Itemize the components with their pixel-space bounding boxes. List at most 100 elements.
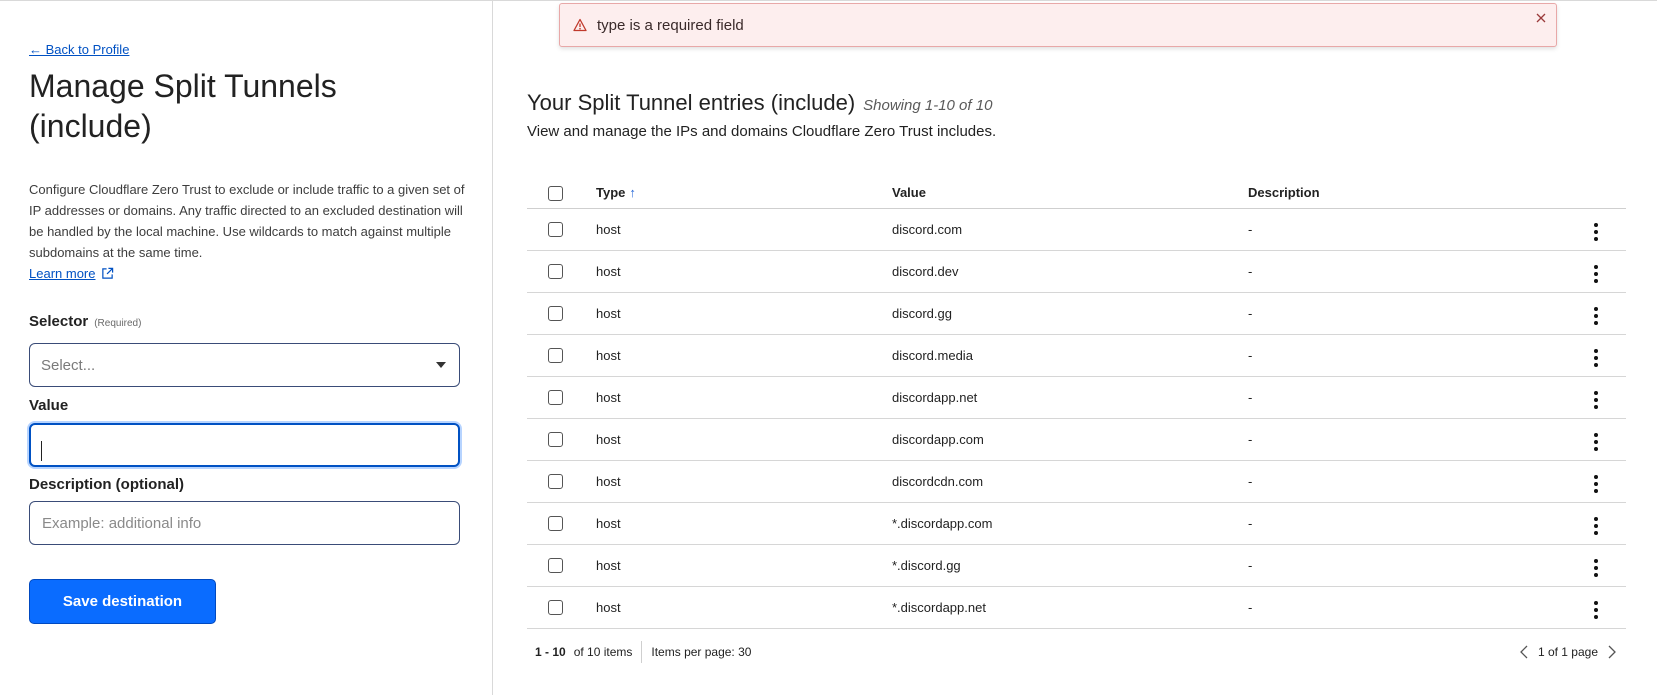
sort-ascending-icon: ↑ — [629, 185, 636, 201]
required-tag: (Required) — [94, 318, 142, 329]
kebab-menu-icon[interactable] — [1590, 473, 1602, 495]
intro-paragraph: Configure Cloudflare Zero Trust to exclu… — [29, 182, 465, 260]
column-header-actions — [1562, 178, 1626, 209]
table-row[interactable]: host *.discord.gg - — [527, 544, 1626, 587]
row-checkbox[interactable] — [548, 474, 563, 490]
row-type: host — [596, 418, 892, 461]
row-actions-cell — [1562, 334, 1626, 377]
select-all-cell — [527, 178, 596, 209]
kebab-menu-icon[interactable] — [1590, 221, 1602, 243]
column-header-description: Description — [1248, 178, 1562, 209]
selector-dropdown[interactable]: Select... — [29, 343, 460, 387]
intro-text: Configure Cloudflare Zero Trust to exclu… — [29, 179, 469, 284]
row-description: - — [1248, 376, 1562, 419]
back-to-profile-link[interactable]: ← Back to Profile — [29, 42, 129, 57]
column-header-type[interactable]: Type ↑ — [596, 178, 892, 209]
row-checkbox[interactable] — [548, 558, 563, 574]
row-type: host — [596, 586, 892, 629]
row-checkbox[interactable] — [548, 432, 563, 448]
row-type: host — [596, 292, 892, 335]
row-type: host — [596, 502, 892, 545]
entries-heading: Your Split Tunnel entries (include) Showi… — [527, 90, 992, 116]
entries-subtitle: View and manage the IPs and domains Clou… — [527, 123, 997, 140]
row-description: - — [1248, 502, 1562, 545]
left-panel: ← Back to Profile Manage Split Tunnels (… — [0, 0, 493, 695]
row-type: host — [596, 544, 892, 587]
row-checkbox[interactable] — [548, 348, 563, 364]
row-value: discord.gg — [892, 292, 1248, 335]
column-header-value: Value — [892, 178, 1248, 209]
row-checkbox-cell — [527, 460, 596, 503]
learn-more-link[interactable]: Learn more — [29, 263, 114, 284]
row-actions-cell — [1562, 292, 1626, 335]
error-toast: type is a required field — [559, 3, 1557, 47]
row-value: discord.media — [892, 334, 1248, 377]
page-info: 1 of 1 page — [1537, 645, 1598, 659]
row-checkbox-cell — [527, 418, 596, 461]
table-row[interactable]: host discordapp.net - — [527, 376, 1626, 419]
row-actions-cell — [1562, 208, 1626, 251]
row-checkbox-cell — [527, 250, 596, 293]
kebab-menu-icon[interactable] — [1590, 347, 1602, 369]
table-row[interactable]: host discordcdn.com - — [527, 460, 1626, 503]
column-type-label: Type — [596, 185, 626, 201]
row-value: discord.com — [892, 208, 1248, 251]
row-actions-cell — [1562, 376, 1626, 419]
kebab-menu-icon[interactable] — [1590, 263, 1602, 285]
table-row[interactable]: host *.discordapp.net - — [527, 586, 1626, 629]
description-input[interactable] — [29, 501, 460, 545]
row-type: host — [596, 460, 892, 503]
close-icon[interactable] — [1534, 11, 1548, 25]
select-all-checkbox[interactable] — [548, 185, 563, 201]
row-checkbox-cell — [527, 334, 596, 377]
selector-placeholder: Select... — [41, 356, 96, 374]
table-row[interactable]: host discord.dev - — [527, 250, 1626, 293]
save-destination-button[interactable]: Save destination — [29, 579, 216, 624]
chevron-down-icon — [436, 362, 446, 368]
value-label: Value — [29, 397, 69, 414]
kebab-menu-icon[interactable] — [1590, 599, 1602, 621]
kebab-menu-icon[interactable] — [1590, 557, 1602, 579]
row-value: *.discordapp.net — [892, 586, 1248, 629]
learn-more-label: Learn more — [29, 266, 96, 281]
row-type: host — [596, 250, 892, 293]
value-input[interactable] — [29, 423, 460, 467]
table-row[interactable]: host *.discordapp.com - — [527, 502, 1626, 545]
table-row[interactable]: host discord.gg - — [527, 292, 1626, 335]
row-description: - — [1248, 544, 1562, 587]
row-checkbox-cell — [527, 502, 596, 545]
row-checkbox[interactable] — [548, 390, 563, 406]
kebab-menu-icon[interactable] — [1590, 515, 1602, 537]
selector-label-text: Selector — [29, 313, 89, 330]
row-value: discordapp.net — [892, 376, 1248, 419]
row-checkbox[interactable] — [548, 222, 563, 238]
kebab-menu-icon[interactable] — [1590, 431, 1602, 453]
entries-table: Type ↑ Value Description host discord.com -… — [527, 178, 1626, 629]
row-type: host — [596, 376, 892, 419]
row-description: - — [1248, 292, 1562, 335]
table-header-row: Type ↑ Value Description — [527, 178, 1626, 209]
row-checkbox[interactable] — [548, 600, 563, 616]
row-actions-cell — [1562, 502, 1626, 545]
text-cursor — [41, 441, 42, 461]
table-row[interactable]: host discord.media - — [527, 334, 1626, 377]
kebab-menu-icon[interactable] — [1590, 389, 1602, 411]
row-checkbox[interactable] — [548, 306, 563, 322]
row-checkbox-cell — [527, 376, 596, 419]
chevron-left-icon[interactable] — [1520, 645, 1528, 659]
pagination: 1 of 1 page — [1520, 645, 1616, 659]
chevron-right-icon[interactable] — [1608, 645, 1616, 659]
row-checkbox[interactable] — [548, 264, 563, 280]
table-row[interactable]: host discordapp.com - — [527, 418, 1626, 461]
selector-label: Selector (Required) — [29, 313, 141, 330]
kebab-menu-icon[interactable] — [1590, 305, 1602, 327]
row-checkbox[interactable] — [548, 516, 563, 532]
item-total: of 10 items — [573, 645, 633, 659]
table-row[interactable]: host discord.com - — [527, 208, 1626, 251]
row-actions-cell — [1562, 250, 1626, 293]
warning-icon — [573, 18, 587, 32]
items-per-page[interactable]: Items per page: 30 — [651, 645, 751, 659]
row-type: host — [596, 334, 892, 377]
table-footer: 1 - 10 of 10 items Items per page: 30 1 … — [527, 640, 1626, 664]
external-link-icon — [102, 267, 114, 279]
